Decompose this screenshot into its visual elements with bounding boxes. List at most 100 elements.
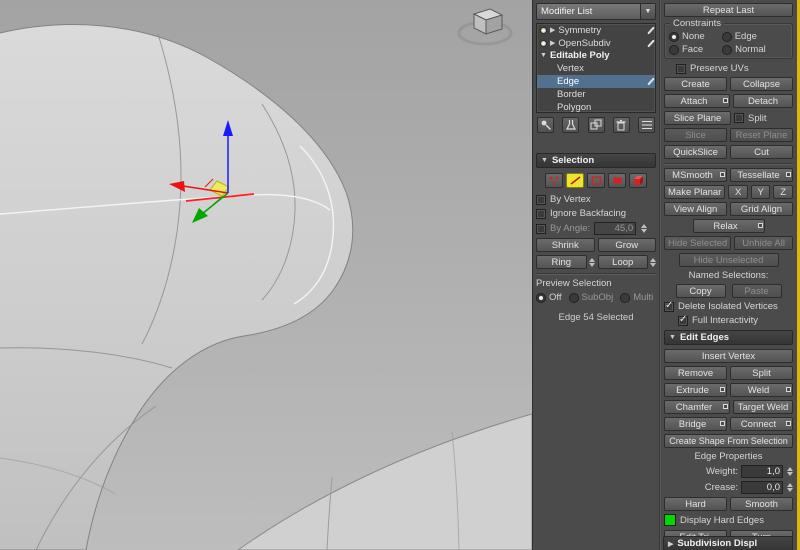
- split-checkbox[interactable]: Split: [734, 113, 793, 124]
- planar-z-button[interactable]: Z: [773, 185, 793, 199]
- stack-item-editable-poly[interactable]: ▼ Editable Poly: [537, 50, 655, 63]
- delete-isolated-vertices-checkbox[interactable]: Delete Isolated Vertices: [664, 300, 793, 312]
- visibility-bulb-icon[interactable]: [540, 26, 547, 34]
- stack-subitem-border[interactable]: Border: [537, 88, 655, 101]
- settings-box-icon[interactable]: [757, 223, 763, 228]
- repeat-last-button[interactable]: Repeat Last: [664, 3, 793, 17]
- crease-spinner[interactable]: [787, 483, 793, 492]
- quickslice-button[interactable]: QuickSlice: [664, 145, 727, 159]
- smooth-button[interactable]: Smooth: [730, 497, 793, 511]
- settings-box-icon[interactable]: [720, 172, 725, 177]
- checkbox-box[interactable]: [734, 113, 744, 123]
- full-interactivity-checkbox[interactable]: Full Interactivity: [664, 314, 793, 326]
- settings-box-icon[interactable]: [786, 421, 791, 426]
- stack-item-opensubdiv[interactable]: ▶ OpenSubdiv: [537, 37, 655, 50]
- remove-modifier-button[interactable]: [612, 117, 630, 133]
- settings-box-icon[interactable]: [786, 387, 791, 392]
- split-button[interactable]: Split: [730, 366, 793, 380]
- hard-edge-color-swatch[interactable]: [664, 514, 676, 526]
- modifier-list-dropdown[interactable]: Modifier List ▼: [536, 3, 656, 20]
- weld-button[interactable]: Weld: [730, 383, 793, 397]
- weight-field[interactable]: 1,0: [741, 465, 783, 478]
- preview-off-radio[interactable]: [536, 292, 546, 303]
- checkbox-box[interactable]: [536, 223, 546, 234]
- hard-button[interactable]: Hard: [664, 497, 727, 511]
- chamfer-button[interactable]: Chamfer: [664, 400, 730, 414]
- slice-button[interactable]: Slice: [664, 128, 727, 142]
- target-weld-button[interactable]: Target Weld: [733, 400, 793, 414]
- paste-button[interactable]: Paste: [731, 284, 782, 298]
- checkbox-box[interactable]: [678, 314, 688, 326]
- checkbox-box[interactable]: [664, 300, 674, 312]
- ignore-backfacing-checkbox[interactable]: Ignore Backfacing: [536, 208, 656, 219]
- edge-subobject-button[interactable]: [566, 173, 584, 188]
- view-align-button[interactable]: View Align: [664, 202, 727, 216]
- checkbox-box[interactable]: [536, 208, 546, 219]
- tessellate-button[interactable]: Tessellate: [730, 168, 793, 182]
- relax-button[interactable]: Relax: [692, 219, 765, 233]
- reset-plane-button[interactable]: Reset Plane: [730, 128, 793, 142]
- element-subobject-button[interactable]: [629, 173, 647, 188]
- bridge-button[interactable]: Bridge: [664, 417, 727, 431]
- viewport-canvas[interactable]: [0, 0, 533, 550]
- chevron-down-icon[interactable]: ▼: [640, 4, 655, 19]
- border-subobject-button[interactable]: [587, 173, 605, 188]
- viewport[interactable]: [0, 0, 533, 550]
- attach-button[interactable]: Attach: [664, 94, 730, 108]
- selection-rollout-header[interactable]: ▼ Selection: [536, 153, 656, 168]
- preview-multi-radio[interactable]: [620, 292, 631, 303]
- connect-button[interactable]: Connect: [730, 417, 793, 431]
- settings-box-icon[interactable]: [786, 172, 791, 177]
- crease-field[interactable]: 0,0: [741, 481, 783, 494]
- planar-y-button[interactable]: Y: [750, 185, 771, 199]
- cut-button[interactable]: Cut: [730, 145, 793, 159]
- slice-plane-button[interactable]: Slice Plane: [664, 111, 731, 125]
- stack-subitem-vertex[interactable]: Vertex: [537, 62, 655, 75]
- constraint-none-radio[interactable]: [669, 31, 679, 42]
- weight-spinner[interactable]: [787, 467, 793, 476]
- insert-vertex-button[interactable]: Insert Vertex: [664, 349, 793, 363]
- pin-stack-button[interactable]: [537, 117, 554, 133]
- visibility-bulb-icon[interactable]: [540, 39, 547, 47]
- ring-spinner[interactable]: [588, 257, 595, 267]
- settings-box-icon[interactable]: [723, 404, 728, 409]
- by-angle-checkbox[interactable]: By Angle: 45,0: [536, 222, 656, 235]
- edit-edges-rollout-header[interactable]: ▼ Edit Edges: [664, 330, 793, 345]
- create-shape-button[interactable]: Create Shape From Selection: [664, 434, 793, 448]
- hide-selected-button[interactable]: Hide Selected: [664, 236, 732, 250]
- loop-button[interactable]: Loop: [597, 255, 648, 269]
- preview-subobj-radio[interactable]: [568, 292, 579, 303]
- show-end-result-button[interactable]: [562, 117, 580, 133]
- remove-button[interactable]: Remove: [664, 366, 727, 380]
- settings-box-icon[interactable]: [720, 387, 725, 392]
- collapse-button[interactable]: Collapse: [730, 77, 793, 91]
- stack-subitem-edge[interactable]: Edge: [537, 75, 655, 88]
- planar-x-button[interactable]: X: [728, 185, 748, 199]
- stack-item-symmetry[interactable]: ▶ Symmetry: [537, 24, 655, 37]
- preserve-uvs-checkbox[interactable]: Preserve UVs: [664, 63, 793, 74]
- settings-box-icon[interactable]: [723, 98, 728, 103]
- msmooth-button[interactable]: MSmooth: [664, 168, 727, 182]
- stack-subitem-polygon[interactable]: Polygon: [537, 101, 655, 112]
- create-button[interactable]: Create: [664, 77, 727, 91]
- expand-arrow-icon[interactable]: ▶: [550, 26, 555, 34]
- expand-arrow-icon[interactable]: ▶: [550, 39, 555, 47]
- by-vertex-checkbox[interactable]: By Vertex: [536, 194, 656, 205]
- unhide-all-button[interactable]: Unhide All: [734, 236, 793, 250]
- detach-button[interactable]: Detach: [733, 94, 793, 108]
- vertex-subobject-button[interactable]: [545, 173, 563, 188]
- polygon-subobject-button[interactable]: [608, 173, 626, 188]
- collapse-arrow-icon[interactable]: ▼: [540, 52, 547, 59]
- constraint-edge-radio[interactable]: [721, 31, 732, 42]
- settings-box-icon[interactable]: [720, 421, 725, 426]
- grow-button[interactable]: Grow: [597, 238, 656, 252]
- hide-unselected-button[interactable]: Hide Unselected: [678, 253, 779, 267]
- make-unique-button[interactable]: [587, 117, 605, 133]
- copy-button[interactable]: Copy: [675, 284, 726, 298]
- subdivision-displacement-rollout-header[interactable]: ▶ Subdivision Displ: [663, 536, 793, 550]
- checkbox-box[interactable]: [676, 63, 686, 74]
- grid-align-button[interactable]: Grid Align: [730, 202, 793, 216]
- extrude-button[interactable]: Extrude: [664, 383, 727, 397]
- loop-spinner[interactable]: [650, 257, 656, 267]
- configure-modifier-sets-button[interactable]: [638, 117, 655, 133]
